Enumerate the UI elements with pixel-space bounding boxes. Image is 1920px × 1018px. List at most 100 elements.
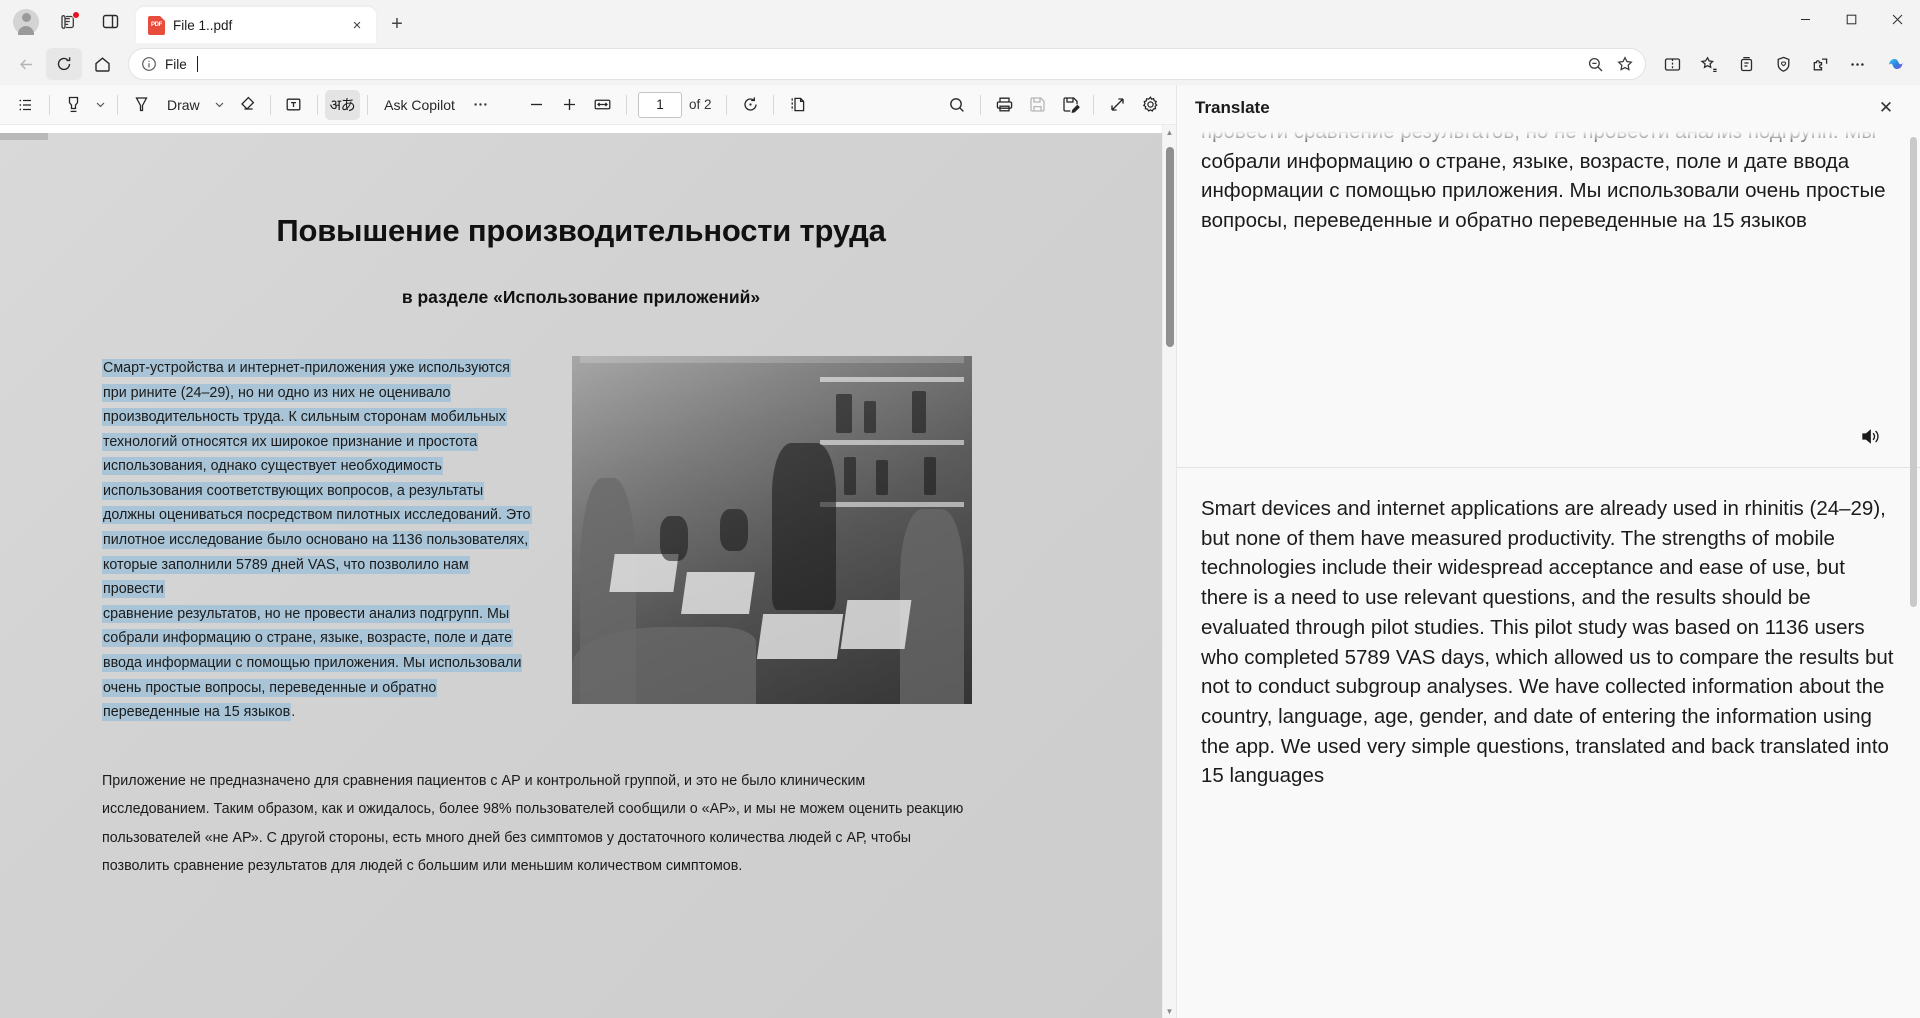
copilot-pages-button[interactable] <box>48 5 88 39</box>
shield-heart-icon <box>1774 55 1793 74</box>
zoom-out-button[interactable] <box>1581 51 1609 77</box>
pdf-toolbar-right-group <box>941 90 1166 120</box>
tab-close-button[interactable]: × <box>346 14 368 36</box>
scroll-down-arrow[interactable]: ▼ <box>1163 1004 1176 1018</box>
save-as-button[interactable] <box>1054 90 1086 120</box>
rotate-button[interactable] <box>734 90 766 120</box>
new-tab-button[interactable]: + <box>380 7 414 41</box>
scrollbar-thumb[interactable] <box>1166 147 1174 347</box>
toolbar-separator <box>773 95 774 115</box>
window-maximize-button[interactable] <box>1828 0 1874 38</box>
split-screen-button[interactable] <box>1654 48 1690 80</box>
extensions-button[interactable] <box>1802 48 1838 80</box>
zoom-out-button[interactable] <box>521 90 553 120</box>
highlight-button[interactable] <box>57 90 89 120</box>
table-of-contents-button[interactable] <box>10 90 42 120</box>
immersive-reader-button[interactable] <box>1101 90 1133 120</box>
pdf-toolbar: Draw अあ Ask Copilot <box>0 85 1176 125</box>
chevron-down-icon <box>214 99 225 110</box>
magnifier-minus-icon <box>1587 56 1604 73</box>
ask-copilot-button[interactable]: Ask Copilot <box>375 90 464 120</box>
browser-essentials-button[interactable] <box>1765 48 1801 80</box>
highlight-span: сравнение результатов, но не провести ан… <box>102 605 510 623</box>
add-text-button[interactable] <box>278 90 310 120</box>
browser-extension-buttons <box>1654 48 1912 80</box>
collections-button[interactable] <box>1728 48 1764 80</box>
page-number-input[interactable]: 1 <box>638 92 682 118</box>
document-paragraph-2[interactable]: Приложение не предназначено для сравнени… <box>102 767 1060 881</box>
home-button[interactable] <box>84 48 120 80</box>
pdf-page: Повышение производительности труда в раз… <box>0 133 1162 1018</box>
list-icon <box>16 95 36 115</box>
highlight-options-chevron[interactable] <box>90 90 110 120</box>
highlighter-icon <box>63 94 84 115</box>
plus-icon <box>560 95 579 114</box>
favorites-bar-button[interactable] <box>1691 48 1727 80</box>
read-aloud-button[interactable] <box>1854 421 1886 451</box>
pdf-page-content: Повышение производительности труда в раз… <box>0 133 1162 1018</box>
highlighted-line: собрали информацию о стране, языке, возр… <box>102 626 532 651</box>
window-close-button[interactable] <box>1874 0 1920 38</box>
highlighted-line: Смарт-устройства и интернет-приложения у… <box>102 356 532 381</box>
translate-output-section: Smart devices and internet applications … <box>1177 468 1920 791</box>
browser-tab[interactable]: PDF File 1..pdf × <box>136 7 376 43</box>
favorite-button[interactable] <box>1611 51 1639 77</box>
rotate-icon <box>740 94 761 115</box>
highlight-span: собрали информацию о стране, языке, возр… <box>102 629 513 647</box>
pdf-more-options-button[interactable] <box>465 90 497 120</box>
pdf-vertical-scrollbar[interactable]: ▲ ▼ <box>1162 125 1176 1018</box>
toolbar-separator <box>1093 95 1094 115</box>
paragraph-line: Приложение не предназначено для сравнени… <box>102 767 1060 796</box>
scroll-up-arrow[interactable]: ▲ <box>1163 125 1176 139</box>
document-title: Повышение производительности труда <box>102 213 1060 249</box>
window-minimize-button[interactable] <box>1782 0 1828 38</box>
highlight-span: пилотное исследование было основано на 1… <box>102 531 529 549</box>
text-caret <box>197 56 198 72</box>
ellipsis-icon <box>471 95 490 114</box>
highlighted-line: сравнение результатов, но не провести ан… <box>102 602 532 627</box>
pdf-page-viewport[interactable]: Повышение производительности труда в раз… <box>0 125 1162 1018</box>
save-button[interactable] <box>1021 90 1053 120</box>
print-button[interactable] <box>988 90 1020 120</box>
site-info-icon[interactable] <box>141 56 157 72</box>
back-button[interactable] <box>8 48 44 80</box>
save-as-pencil-icon <box>1060 94 1081 115</box>
highlighted-line: очень простые вопросы, переведенные и об… <box>102 676 532 701</box>
highlighted-line: производительность труда. К сильным стор… <box>102 405 532 430</box>
profile-avatar-button[interactable] <box>6 5 46 39</box>
highlight-span: которые заполнили 5789 дней VAS, что поз… <box>102 556 470 599</box>
draw-label[interactable]: Draw <box>158 90 209 120</box>
draw-button[interactable] <box>125 90 157 120</box>
highlight-span: должны оцениваться посредством пилотных … <box>102 506 532 524</box>
find-in-document-button[interactable] <box>941 90 973 120</box>
highlight-span: использования соответствующих вопросов, … <box>102 482 484 500</box>
page-view-button[interactable] <box>781 90 813 120</box>
window-controls <box>1782 0 1920 43</box>
address-bar[interactable]: File <box>128 48 1646 80</box>
erase-button[interactable] <box>231 90 263 120</box>
arrow-left-icon <box>17 55 36 74</box>
fit-width-icon <box>592 94 613 115</box>
translate-button[interactable]: अあ <box>325 90 360 120</box>
page-total-label: of 2 <box>687 97 720 112</box>
highlighted-paragraph[interactable]: Смарт-устройства и интернет-приложения у… <box>102 356 532 725</box>
zoom-in-button[interactable] <box>554 90 586 120</box>
highlight-span: переведенные на 15 языков <box>102 703 291 721</box>
refresh-button[interactable] <box>46 48 82 80</box>
toolbar-separator <box>117 95 118 115</box>
split-pane-button[interactable] <box>90 5 130 39</box>
document-subtitle: в разделе «Использование приложений» <box>102 287 1060 308</box>
highlighted-line: пилотное исследование было основано на 1… <box>102 528 532 553</box>
pdf-settings-button[interactable] <box>1134 90 1166 120</box>
refresh-icon <box>55 55 73 73</box>
pen-triangle-icon <box>131 94 152 115</box>
highlighted-line: технологий относятся их широкое признани… <box>102 430 532 455</box>
highlighted-line: ввода информации с помощью приложения. М… <box>102 651 532 676</box>
copilot-button[interactable] <box>1880 49 1912 79</box>
draw-options-chevron[interactable] <box>210 90 230 120</box>
translate-panel-scrollbar-thumb[interactable] <box>1910 137 1917 607</box>
settings-and-more-button[interactable] <box>1839 48 1875 80</box>
translate-close-button[interactable]: ✕ <box>1870 92 1902 124</box>
fit-to-page-button[interactable] <box>587 90 619 120</box>
translate-output-text: Smart devices and internet applications … <box>1201 494 1896 791</box>
